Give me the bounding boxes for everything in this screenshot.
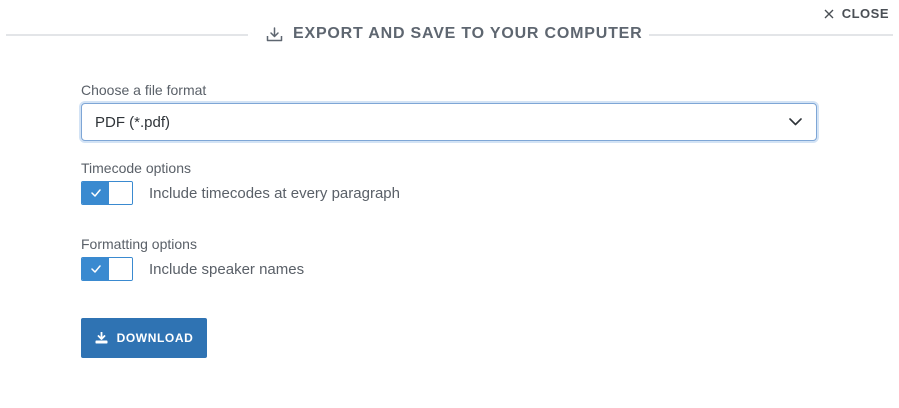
divider-left	[6, 34, 248, 36]
toggle-knob	[109, 258, 132, 280]
file-format-select[interactable]: PDF (*.pdf)	[81, 103, 817, 141]
timecode-option-row: Include timecodes at every paragraph	[81, 181, 400, 205]
timecode-toggle[interactable]	[81, 181, 133, 205]
checkmark-icon	[90, 189, 101, 197]
formatting-options-label: Formatting options	[81, 236, 197, 252]
chevron-down-icon	[789, 118, 802, 126]
toggle-on-segment	[82, 182, 109, 204]
divider-right	[649, 34, 893, 36]
download-tray-icon	[266, 26, 283, 41]
speaker-option-row: Include speaker names	[81, 257, 304, 281]
speaker-names-toggle[interactable]	[81, 257, 133, 281]
download-label: DOWNLOAD	[116, 331, 194, 345]
toggle-knob	[109, 182, 132, 204]
timecode-option-text: Include timecodes at every paragraph	[149, 184, 400, 202]
download-icon	[95, 332, 108, 344]
timecode-options-label: Timecode options	[81, 160, 191, 176]
close-label: CLOSE	[841, 6, 889, 21]
speaker-option-text: Include speaker names	[149, 260, 305, 278]
file-format-label: Choose a file format	[81, 82, 207, 98]
toggle-on-segment	[82, 258, 109, 280]
download-button[interactable]: DOWNLOAD	[81, 318, 207, 358]
close-button[interactable]: CLOSE	[824, 6, 889, 21]
dialog-title: EXPORT AND SAVE TO YOUR COMPUTER	[266, 25, 643, 43]
checkmark-icon	[90, 265, 101, 273]
close-icon	[824, 9, 834, 18]
file-format-value: PDF (*.pdf)	[95, 113, 171, 131]
dialog-title-text: EXPORT AND SAVE TO YOUR COMPUTER	[293, 25, 643, 42]
